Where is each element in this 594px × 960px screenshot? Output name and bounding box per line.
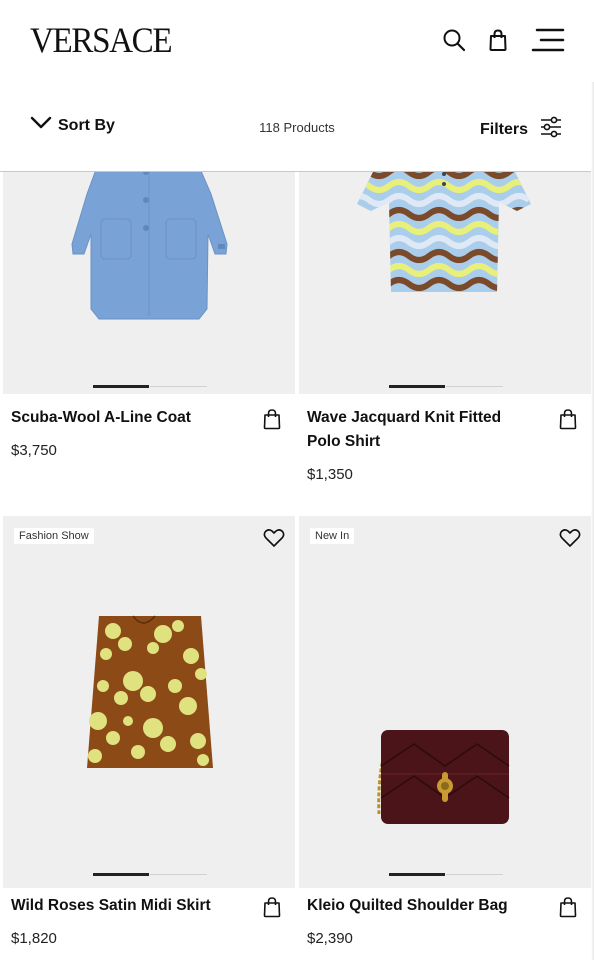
filters-button[interactable]: Filters <box>480 116 562 143</box>
sliders-icon <box>540 116 562 143</box>
product-image[interactable] <box>3 172 295 394</box>
image-carousel-indicator[interactable] <box>389 873 503 876</box>
product-price: $1,820 <box>11 930 57 947</box>
filters-label: Filters <box>479 120 528 138</box>
image-carousel-indicator[interactable] <box>93 873 207 876</box>
add-to-bag-icon[interactable] <box>558 408 580 430</box>
product-name[interactable]: Kleio Quilted Shoulder Bag <box>307 894 535 918</box>
product-card[interactable]: Wave Jacquard Knit Fitted Polo Shirt $1,… <box>299 172 591 514</box>
menu-icon[interactable] <box>530 26 566 54</box>
image-carousel-indicator[interactable] <box>389 385 503 388</box>
product-name[interactable]: Wave Jacquard Knit Fitted Polo Shirt <box>307 406 535 454</box>
listing-toolbar: Sort By 118 Products Filters <box>0 82 592 172</box>
product-price: $2,390 <box>307 930 353 947</box>
product-image[interactable] <box>3 516 295 888</box>
add-to-bag-icon[interactable] <box>262 896 284 918</box>
product-price: $3,750 <box>11 442 57 459</box>
search-icon[interactable] <box>440 26 468 54</box>
shopping-bag-icon[interactable] <box>484 26 512 54</box>
skirt-image <box>87 615 213 768</box>
image-carousel-indicator[interactable] <box>93 385 207 388</box>
shoulder-bag-image <box>377 730 510 824</box>
product-card[interactable]: Scuba-Wool A-Line Coat $3,750 <box>3 172 295 514</box>
polo-shirt-image <box>357 172 531 292</box>
product-name[interactable]: Scuba-Wool A-Line Coat <box>11 406 239 430</box>
product-grid: Scuba-Wool A-Line Coat $3,750 Wave Jacqu… <box>0 172 594 960</box>
wishlist-heart-icon[interactable] <box>559 528 581 550</box>
wishlist-heart-icon[interactable] <box>263 528 285 550</box>
add-to-bag-icon[interactable] <box>558 896 580 918</box>
coat-image <box>71 172 228 320</box>
product-image[interactable] <box>299 172 591 394</box>
product-price: $1,350 <box>307 466 353 483</box>
add-to-bag-icon[interactable] <box>262 408 284 430</box>
new-in-badge: New In <box>310 528 355 544</box>
product-card[interactable]: New In Kleio Quilted Shoulder Bag $2,390 <box>299 516 591 960</box>
versace-logo[interactable]: VERSACE <box>30 20 173 60</box>
product-image[interactable] <box>299 516 591 888</box>
site-header: VERSACE <box>0 0 594 82</box>
fashion-show-badge: Fashion Show <box>14 528 94 544</box>
product-card[interactable]: Fashion Show Wild Roses Satin Midi Skirt… <box>3 516 295 960</box>
product-name[interactable]: Wild Roses Satin Midi Skirt <box>11 894 239 918</box>
